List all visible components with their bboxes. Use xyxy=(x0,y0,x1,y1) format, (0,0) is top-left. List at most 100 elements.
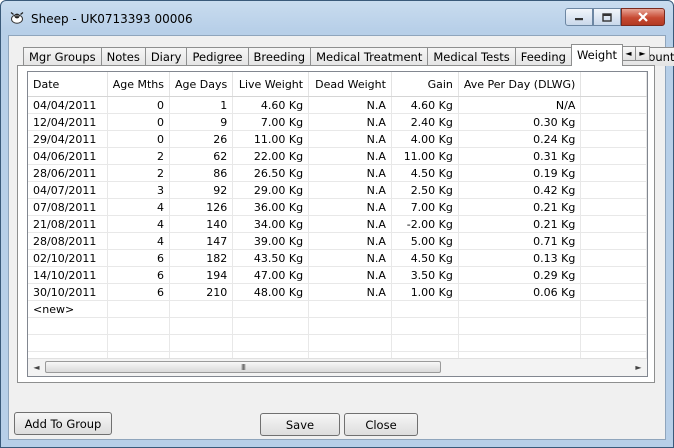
cell-live-weight[interactable]: 47.00 Kg xyxy=(232,266,310,284)
col-header-ave-per-day[interactable]: Ave Per Day (DLWG) xyxy=(458,72,582,97)
cell-dead-weight[interactable]: N.A xyxy=(308,164,392,182)
cell-age-days[interactable]: 140 xyxy=(169,215,234,233)
empty-cell[interactable] xyxy=(169,300,234,318)
table-row[interactable]: 28/06/2011 2 86 26.50 Kg N.A 4.50 Kg 0.19 Kg xyxy=(28,164,647,182)
cell-dead-weight[interactable]: N.A xyxy=(308,198,392,216)
tab-diary[interactable]: Diary xyxy=(144,47,188,66)
new-row[interactable]: <new> xyxy=(28,300,647,318)
cell-age-days[interactable]: 86 xyxy=(169,164,234,182)
col-header-live-weight[interactable]: Live Weight xyxy=(232,72,310,97)
cell-age-mths[interactable]: 6 xyxy=(107,249,170,267)
cell-ave-per-day[interactable]: 0.21 Kg xyxy=(458,198,582,216)
cell-live-weight[interactable]: 36.00 Kg xyxy=(232,198,310,216)
cell-gain[interactable]: 4.60 Kg xyxy=(391,96,459,114)
cell-live-weight[interactable]: 7.00 Kg xyxy=(232,113,310,131)
cell-live-weight[interactable]: 22.00 Kg xyxy=(232,147,310,165)
cell-gain[interactable]: 5.00 Kg xyxy=(391,232,459,250)
cell-date[interactable]: 12/04/2011 xyxy=(28,113,108,131)
close-window-button[interactable] xyxy=(621,8,665,26)
cell-gain[interactable]: 4.50 Kg xyxy=(391,164,459,182)
table-row[interactable]: 12/04/2011 0 9 7.00 Kg N.A 2.40 Kg 0.30 Kg xyxy=(28,113,647,131)
cell-date[interactable]: 07/08/2011 xyxy=(28,198,108,216)
new-row-label[interactable]: <new> xyxy=(28,300,108,318)
scrollbar-thumb[interactable]: III xyxy=(45,361,441,373)
cell-date[interactable]: 04/04/2011 xyxy=(28,96,108,114)
cell-age-mths[interactable]: 6 xyxy=(107,266,170,284)
cell-live-weight[interactable]: 39.00 Kg xyxy=(232,232,310,250)
table-row[interactable]: 07/08/2011 4 126 36.00 Kg N.A 7.00 Kg 0.21 Kg xyxy=(28,198,647,216)
tab-breeding[interactable]: Breeding xyxy=(247,47,312,66)
cell-age-days[interactable]: 62 xyxy=(169,147,234,165)
cell-dead-weight[interactable]: N.A xyxy=(308,215,392,233)
cell-age-mths[interactable]: 4 xyxy=(107,215,170,233)
cell-date[interactable]: 30/10/2011 xyxy=(28,283,108,301)
cell-gain[interactable]: -2.00 Kg xyxy=(391,215,459,233)
cell-age-days[interactable]: 92 xyxy=(169,181,234,199)
cell-live-weight[interactable]: 48.00 Kg xyxy=(232,283,310,301)
empty-cell[interactable] xyxy=(107,300,170,318)
cell-gain[interactable]: 1.00 Kg xyxy=(391,283,459,301)
cell-age-mths[interactable]: 2 xyxy=(107,164,170,182)
horizontal-scrollbar[interactable]: ◄ III ► xyxy=(28,358,647,376)
table-row[interactable]: 14/10/2011 6 194 47.00 Kg N.A 3.50 Kg 0.29 Kg xyxy=(28,266,647,284)
empty-cell[interactable] xyxy=(391,300,459,318)
cell-date[interactable]: 21/08/2011 xyxy=(28,215,108,233)
table-row[interactable]: 29/04/2011 0 26 11.00 Kg N.A 4.00 Kg 0.24 Kg xyxy=(28,130,647,148)
add-to-group-button[interactable]: Add To Group xyxy=(14,412,112,435)
col-header-gain[interactable]: Gain xyxy=(391,72,459,97)
cell-date[interactable]: 04/07/2011 xyxy=(28,181,108,199)
cell-gain[interactable]: 3.50 Kg xyxy=(391,266,459,284)
title-bar[interactable]: Sheep - UK0713393 00006 xyxy=(1,1,673,35)
cell-age-days[interactable]: 26 xyxy=(169,130,234,148)
cell-ave-per-day[interactable]: 0.31 Kg xyxy=(458,147,582,165)
cell-age-mths[interactable]: 2 xyxy=(107,147,170,165)
cell-live-weight[interactable]: 34.00 Kg xyxy=(232,215,310,233)
scroll-left-icon[interactable]: ◄ xyxy=(28,359,45,376)
cell-date[interactable]: 04/06/2011 xyxy=(28,147,108,165)
cell-gain[interactable]: 2.50 Kg xyxy=(391,181,459,199)
cell-gain[interactable]: 4.00 Kg xyxy=(391,130,459,148)
cell-live-weight[interactable]: 43.50 Kg xyxy=(232,249,310,267)
minimize-button[interactable] xyxy=(565,8,593,26)
scroll-right-icon[interactable]: ► xyxy=(630,359,647,376)
cell-gain[interactable]: 2.40 Kg xyxy=(391,113,459,131)
cell-date[interactable]: 14/10/2011 xyxy=(28,266,108,284)
cell-age-mths[interactable]: 0 xyxy=(107,113,170,131)
cell-live-weight[interactable]: 11.00 Kg xyxy=(232,130,310,148)
cell-dead-weight[interactable]: N.A xyxy=(308,232,392,250)
cell-dead-weight[interactable]: N.A xyxy=(308,181,392,199)
col-header-age-days[interactable]: Age Days xyxy=(169,72,234,97)
cell-dead-weight[interactable]: N.A xyxy=(308,96,392,114)
col-header-age-mths[interactable]: Age Mths xyxy=(107,72,170,97)
cell-ave-per-day[interactable]: 0.71 Kg xyxy=(458,232,582,250)
cell-age-days[interactable]: 1 xyxy=(169,96,234,114)
maximize-button[interactable] xyxy=(593,8,621,26)
table-row[interactable]: 04/06/2011 2 62 22.00 Kg N.A 11.00 Kg 0.31 Kg xyxy=(28,147,647,165)
cell-ave-per-day[interactable]: 0.19 Kg xyxy=(458,164,582,182)
cell-age-mths[interactable]: 4 xyxy=(107,232,170,250)
cell-age-days[interactable]: 147 xyxy=(169,232,234,250)
tab-scroll-left-icon[interactable]: ◄ xyxy=(621,46,636,61)
empty-cell[interactable] xyxy=(458,300,582,318)
save-button[interactable]: Save xyxy=(260,413,340,436)
col-header-date[interactable]: Date xyxy=(28,72,108,97)
col-header-dead-weight[interactable]: Dead Weight xyxy=(308,72,392,97)
cell-gain[interactable]: 7.00 Kg xyxy=(391,198,459,216)
tab-pedigree[interactable]: Pedigree xyxy=(186,47,249,66)
cell-dead-weight[interactable]: N.A xyxy=(308,249,392,267)
tab-weight[interactable]: Weight xyxy=(570,44,624,66)
cell-ave-per-day[interactable]: 0.29 Kg xyxy=(458,266,582,284)
cell-age-mths[interactable]: 3 xyxy=(107,181,170,199)
cell-age-mths[interactable]: 0 xyxy=(107,96,170,114)
cell-dead-weight[interactable]: N.A xyxy=(308,266,392,284)
cell-ave-per-day[interactable]: N/A xyxy=(458,96,582,114)
cell-live-weight[interactable]: 29.00 Kg xyxy=(232,181,310,199)
cell-dead-weight[interactable]: N.A xyxy=(308,147,392,165)
cell-dead-weight[interactable]: N.A xyxy=(308,130,392,148)
cell-gain[interactable]: 4.50 Kg xyxy=(391,249,459,267)
cell-ave-per-day[interactable]: 0.30 Kg xyxy=(458,113,582,131)
tab-medical-tests[interactable]: Medical Tests xyxy=(427,47,516,66)
tab-feeding[interactable]: Feeding xyxy=(514,47,572,66)
cell-ave-per-day[interactable]: 0.42 Kg xyxy=(458,181,582,199)
table-row[interactable]: 04/04/2011 0 1 4.60 Kg N.A 4.60 Kg N/A xyxy=(28,96,647,114)
